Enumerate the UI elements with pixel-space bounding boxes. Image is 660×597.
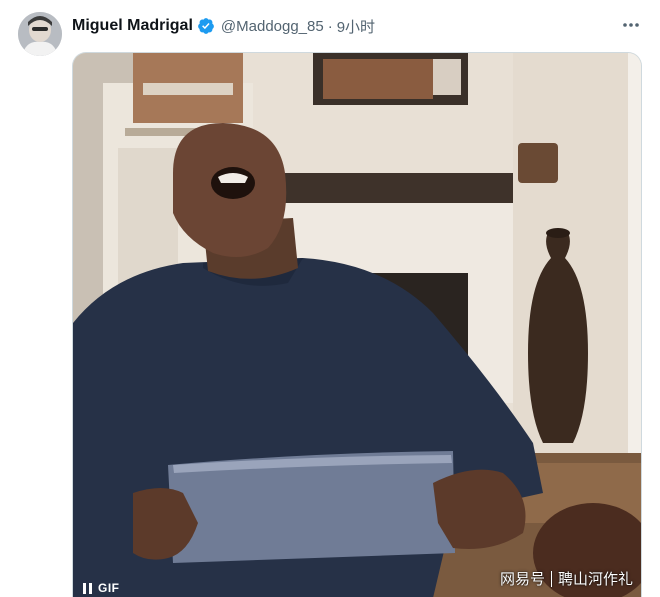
tweet-header: Miguel Madrigal @Maddogg_85 · 9小时 [72,14,375,38]
tweet-card[interactable]: Miguel Madrigal @Maddogg_85 · 9小时 GIF 网易… [0,0,660,597]
gif-playback-control[interactable]: GIF [83,581,120,595]
gif-frame-image [73,53,641,597]
more-horizontal-icon [623,23,639,27]
gif-badge-label: GIF [98,581,120,595]
verified-badge-icon [198,18,214,34]
user-handle[interactable]: @Maddogg_85 [221,18,324,35]
tweet-media-gif[interactable]: GIF 网易号 聘山河作礼 [72,52,642,597]
watermark-account: 聘山河作礼 [557,570,633,588]
user-avatar[interactable] [18,12,62,56]
avatar-image [18,12,62,56]
watermark-platform: 网易号 [499,570,545,588]
display-name[interactable]: Miguel Madrigal [72,17,193,35]
pause-icon [83,582,92,594]
separator-dot: · [327,17,333,35]
more-options-button[interactable] [618,13,644,37]
watermark: 网易号 聘山河作礼 [500,568,633,589]
timestamp[interactable]: 9小时 [337,16,375,37]
watermark-divider [550,570,552,587]
